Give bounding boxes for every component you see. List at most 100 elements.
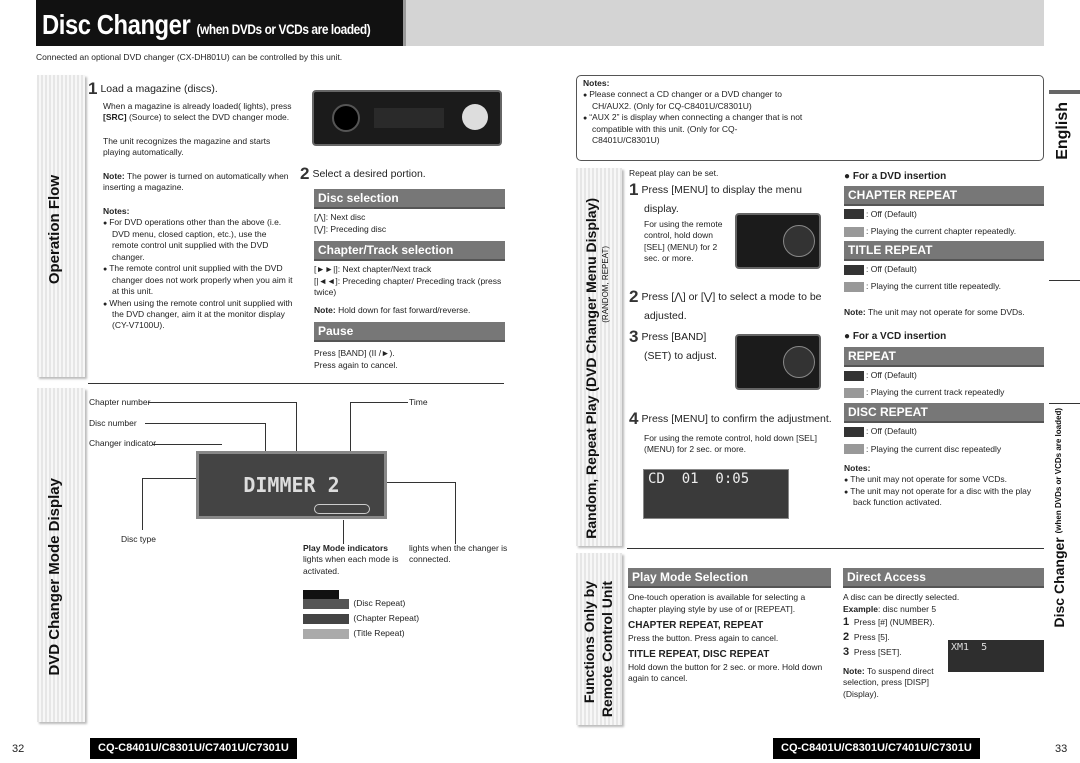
step-text: The unit recognizes the magazine and sta… [103,135,271,158]
text: Hold down the button for 2 sec. or more.… [628,661,823,684]
play-mode-heading: Play Mode Selection [628,568,831,589]
note-text: The unit may not operate for some DVDs. [865,306,1025,317]
pause-text: Press [BAND] (II /►). [314,348,395,359]
title-text: Disc Changer [42,9,191,40]
tab-label: Operation Flow [46,175,63,285]
page-title: Disc Changer (when DVDs or VCDs are load… [36,0,406,46]
label-changer-indicator: Changer indicator [89,438,157,448]
tab-operation-flow: Operation Flow [37,75,85,377]
step-number: 2 [300,164,310,183]
step-title: Press [⋀] or [⋁] to select a mode to be … [641,291,822,323]
note-label: Note: [314,304,336,315]
step-number: 3 [843,645,850,658]
subheading: CHAPTER REPEAT, REPEAT [628,620,764,632]
step-text: Press [SET]. [853,646,902,657]
note-item: The unit may not operate for a disc with… [844,486,1044,509]
notes-label: Notes: [103,205,130,216]
indicator-disc-repeat: (Disc Repeat) [353,598,406,608]
intro-text: Connected an optional DVD changer (CX-DH… [36,52,343,62]
notes-list: For DVD operations other than the above … [103,217,293,332]
mode-on: : Playing the current disc repeatedly [866,443,1002,454]
direct-access: Direct Access A disc can be directly sel… [843,568,1044,700]
pause-text: Press again to cancel. [314,359,398,370]
mode-off: : Off (Default) [866,263,917,274]
step-text: For using the remote control, hold down … [644,218,723,263]
chapter-repeat-heading: CHAPTER REPEAT [844,185,1044,206]
repeat-modes: ● For a DVD insertion CHAPTER REPEAT : O… [844,170,1044,509]
repeat-intro: Repeat play can be set. [629,168,719,178]
unit-image-band [735,334,821,390]
display-text: DIMMER 2 [243,473,340,497]
tab-label: Remote Control Unit [599,581,615,718]
notes-box: Notes: Please connect a CD changer or a … [576,75,1044,161]
tab-remote-functions: Functions Only by Remote Control Unit [576,553,622,725]
label-disc-number: Disc number [89,418,137,428]
step-text: For using the remote control, hold down … [644,432,817,455]
tab-label: Functions Only by [581,581,597,704]
vcd-heading: For a VCD insertion [852,331,947,343]
tab-repeat-play: Random, Repeat Play (DVD Changer Menu Di… [576,168,622,546]
title-subtitle: (when DVDs or VCDs are loaded) [196,21,371,37]
step-title: Press [MENU] to display the menu display… [641,184,802,216]
chapter-selection-heading: Chapter/Track selection [314,241,505,262]
page-number-right: 33 [1055,743,1068,755]
mode-off: : Off (Default) [866,426,917,437]
note-item: The remote control unit supplied with th… [103,263,293,297]
direct-intro: A disc can be directly selected. [843,592,960,603]
section-tab: Disc Changer (when DVDs or VCDs are load… [1050,408,1069,628]
mode-on: : Playing the current track repeatedly [866,387,1005,398]
page-number-left: 32 [12,743,25,755]
chapter-prev: [|◄◄]: Preceding chapter/ Preceding trac… [314,275,502,298]
notes-label: Notes: [844,462,871,473]
indicator-title-repeat: (Title Repeat) [353,628,405,638]
step-title: Press [BAND] (SET) to adjust. [641,330,717,362]
pause-heading: Pause [314,322,505,343]
tab-label: Random, Repeat Play (DVD Changer Menu Di… [583,198,599,539]
dvd-heading: For a DVD insertion [852,171,947,182]
model-badge-right: CQ-C8401U/C8301U/C7401U/C7301U [773,738,980,759]
note-label: Note: [103,170,125,181]
mode-on: : Playing the current title repeatedly. [866,281,1001,292]
step-number: 1 [88,79,98,98]
screen-image: CD 01 0:05 [643,469,789,519]
step-text: When a magazine is already loaded( light… [103,100,292,111]
disc-repeat-heading: DISC REPEAT [844,402,1044,424]
text: Press the button. Press again to cancel. [628,632,779,643]
head-unit-image [312,90,502,146]
disc-next: [⋀]: Next disc [314,212,366,223]
step-number: 1 [843,616,850,629]
step-number: 1 [629,180,639,200]
disc-prev: [⋁]: Preceding disc [314,223,387,234]
note-text: Hold down for fast forward/reverse. [335,304,471,315]
play-mode-title: Play Mode indicators [303,543,389,553]
section-tab-title: Disc Changer [1051,537,1067,628]
note-item: For DVD operations other than the above … [103,217,293,263]
step-1: 1 Load a magazine (discs). When a magazin… [88,78,293,332]
note-item: “AUX 2” is display when connecting a cha… [583,112,803,146]
play-mode-text: lights when each mode is activated. [303,554,399,576]
example-text: : disc number 5 [877,603,937,614]
direct-access-heading: Direct Access [843,568,1044,589]
step-number: 2 [629,287,639,307]
step-number: 4 [629,409,639,428]
note-text: The power is turned on automatically whe… [103,170,289,193]
section-tab-sub: (when DVDs or VCDs are loaded) [1054,408,1063,534]
step-text: (Source) to select the DVD changer mode. [126,112,290,123]
example-label: Example [843,603,878,614]
mode-off: : Off (Default) [866,208,917,219]
step-2: 2 Select a desired portion. Disc selectio… [300,163,505,371]
note-label: Note: [844,306,866,317]
step-title: Press [MENU] to confirm the adjustment. [641,413,832,425]
step-title: Select a desired portion. [312,168,426,180]
src-key: [SRC] [103,112,127,123]
label-disc-type: Disc type [121,534,156,544]
subheading: TITLE REPEAT, DISC REPEAT [628,649,770,661]
mode-on: : Playing the current chapter repeatedly… [866,226,1017,237]
mode-off: : Off (Default) [866,369,917,380]
language-tab: English [1054,102,1071,160]
tab-sublabel: (RANDOM, REPEAT) [601,246,610,323]
tab-label: DVD Changer Mode Display [46,478,63,676]
step-number: 3 [629,326,639,346]
changer-text: lights when the changer is connected. [409,543,508,565]
step-text: Press [5]. [853,631,890,642]
